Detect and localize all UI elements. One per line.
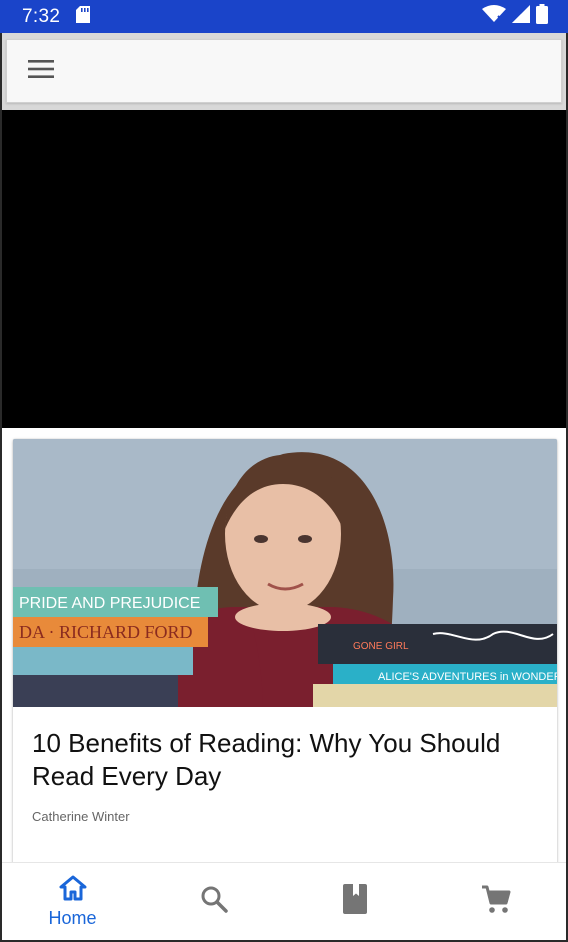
nav-home-label: Home [48, 907, 97, 928]
menu-icon [27, 58, 55, 85]
nav-home[interactable]: Home [2, 863, 143, 940]
nav-library[interactable] [284, 863, 425, 940]
wifi-icon [482, 5, 506, 28]
home-icon [59, 875, 87, 906]
sd-card-icon [76, 5, 91, 28]
battery-icon [536, 4, 548, 29]
video-player[interactable] [2, 110, 566, 428]
status-time: 7:32 [22, 5, 61, 27]
app-bar [2, 33, 566, 110]
svg-text:GONE GIRL: GONE GIRL [353, 641, 409, 652]
app-frame: PRIDE AND PREJUDICE DA · RICHARD FORD AL… [0, 33, 568, 942]
article-title[interactable]: 10 Benefits of Reading: Why You Should R… [32, 727, 538, 793]
signal-icon [512, 5, 530, 28]
status-bar: 7:32 [0, 0, 568, 33]
svg-text:PRIDE AND PREJUDICE: PRIDE AND PREJUDICE [19, 595, 200, 612]
nav-search[interactable] [143, 863, 284, 940]
nav-cart[interactable] [425, 863, 566, 940]
article-image: PRIDE AND PREJUDICE DA · RICHARD FORD AL… [13, 439, 557, 707]
cart-icon [481, 884, 511, 919]
menu-button[interactable] [25, 55, 57, 87]
toolbar [6, 39, 562, 103]
article-author: Catherine Winter [32, 809, 130, 824]
book-icon [342, 884, 367, 919]
svg-text:ALICE'S ADVENTURES in WONDERLA: ALICE'S ADVENTURES in WONDERLAND [378, 671, 557, 683]
svg-text:DA · RICHARD FORD: DA · RICHARD FORD [19, 622, 193, 642]
article-card[interactable]: PRIDE AND PREJUDICE DA · RICHARD FORD AL… [13, 439, 557, 869]
search-icon [200, 885, 228, 918]
bottom-navigation: Home [2, 862, 566, 940]
